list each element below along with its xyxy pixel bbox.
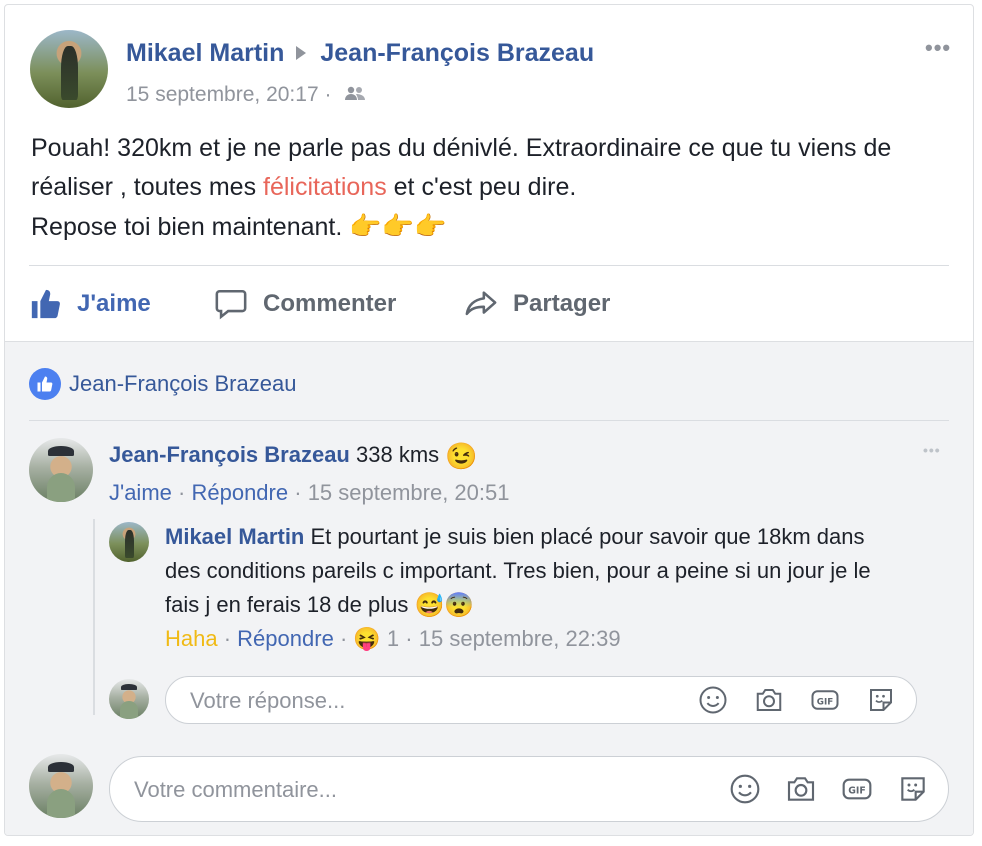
emoji-icon[interactable]	[728, 772, 762, 806]
sweat-smile-emoji: 😅😨	[414, 592, 475, 620]
svg-text:GIF: GIF	[817, 697, 833, 707]
reply-reaction-emoji[interactable]: 😝	[353, 626, 380, 651]
gif-icon[interactable]: GIF	[808, 683, 842, 717]
reply-haha-link[interactable]: Haha	[165, 626, 218, 651]
author-avatar[interactable]	[30, 30, 108, 108]
comment-actions: J'aime · Répondre · 15 septembre, 20:51	[109, 480, 510, 505]
reply-timestamp[interactable]: 15 septembre, 22:39	[419, 626, 621, 651]
comment-reply-link[interactable]: Répondre	[191, 480, 288, 505]
author-name[interactable]: Mikael Martin	[126, 39, 284, 67]
emoji-icon[interactable]	[696, 683, 730, 717]
wink-emoji: 😉	[445, 441, 478, 472]
like-button[interactable]: J'aime	[29, 287, 151, 321]
reply-actions: Haha · Répondre · 😝 1 · 15 septembre, 22…	[165, 626, 621, 651]
comment-input-avatar	[29, 754, 93, 818]
reply-reply-link[interactable]: Répondre	[237, 626, 334, 651]
share-arrow-icon	[463, 287, 499, 321]
post-text-part2: et c'est peu dire.	[386, 173, 577, 201]
post-text-line3: Repose toi bien maintenant.	[31, 213, 343, 241]
post-text-highlight[interactable]: félicitations	[263, 173, 387, 201]
reply-input-avatar	[109, 679, 149, 719]
post-timestamp[interactable]: 15 septembre, 20:17	[126, 83, 319, 106]
post-text: Pouah! 320km et je ne parle pas du déniv…	[31, 129, 951, 247]
reply-tools: GIF	[696, 683, 898, 717]
comment-timestamp[interactable]: 15 septembre, 20:51	[308, 480, 510, 505]
reply-reaction-count[interactable]: 1	[387, 626, 399, 651]
post-meta: 15 septembre, 20:17 ·	[126, 83, 367, 107]
share-label: Partager	[513, 290, 611, 317]
more-options-icon[interactable]: •••	[925, 35, 951, 61]
like-reaction-icon	[29, 368, 61, 400]
comment-button[interactable]: Commenter	[213, 287, 396, 321]
comments-section: Jean-François Brazeau Jean-François Braz…	[5, 341, 973, 835]
camera-icon[interactable]	[784, 772, 818, 806]
svg-text:GIF: GIF	[848, 786, 866, 797]
thumbs-up-icon	[29, 287, 63, 321]
likes-names[interactable]: Jean-François Brazeau	[69, 371, 296, 397]
likes-summary[interactable]: Jean-François Brazeau	[29, 368, 296, 400]
post-card: Mikael Martin Jean-François Brazeau 15 se…	[4, 4, 974, 836]
like-label: J'aime	[77, 290, 151, 317]
comment-label: Commenter	[263, 290, 397, 317]
reply-author[interactable]: Mikael Martin	[165, 524, 304, 549]
to-arrow-icon	[296, 46, 307, 61]
friends-icon[interactable]	[343, 83, 367, 107]
comment-author[interactable]: Jean-François Brazeau	[109, 442, 350, 467]
reply-avatar[interactable]	[109, 522, 149, 562]
comment-more-icon[interactable]: •••	[923, 442, 941, 458]
post-actions-bar: J'aime Commenter Partager	[5, 269, 973, 341]
sticker-icon[interactable]	[896, 772, 930, 806]
post-header: Mikael Martin Jean-François Brazeau	[126, 39, 594, 68]
sticker-icon[interactable]	[864, 683, 898, 717]
reply-thread-line	[93, 519, 95, 715]
meta-separator: ·	[324, 83, 332, 106]
comment-bubble-icon	[213, 287, 249, 321]
pointing-hands-emoji: 👉👉👉	[349, 211, 447, 241]
likes-divider	[29, 420, 949, 421]
commenter-avatar[interactable]	[29, 438, 93, 502]
reply-body: Mikael Martin Et pourtant je suis bien p…	[165, 520, 905, 623]
comment-like-link[interactable]: J'aime	[109, 480, 172, 505]
comment-input-box[interactable]: GIF	[109, 756, 949, 823]
comment-text: 338 kms	[356, 442, 440, 467]
reply-input[interactable]	[188, 677, 652, 725]
post-divider	[29, 265, 949, 266]
comment-tools: GIF	[728, 772, 930, 806]
target-name[interactable]: Jean-François Brazeau	[320, 39, 594, 67]
reply-input-box[interactable]: GIF	[165, 676, 917, 725]
share-button[interactable]: Partager	[463, 287, 610, 321]
gif-icon[interactable]: GIF	[840, 772, 874, 806]
comment-body: Jean-François Brazeau 338 kms 😉	[109, 438, 889, 473]
comment-input[interactable]	[132, 757, 596, 823]
camera-icon[interactable]	[752, 683, 786, 717]
